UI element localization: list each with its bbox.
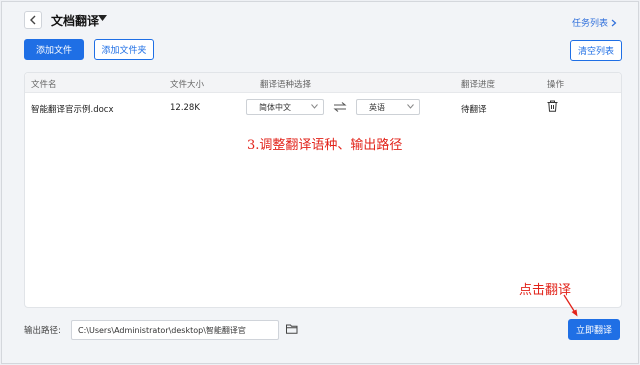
back-button[interactable] [24, 11, 42, 29]
source-language-select[interactable]: 简体中文 [246, 99, 324, 115]
translate-now-button[interactable]: 立即翻译 [568, 319, 620, 340]
folder-icon[interactable] [286, 324, 298, 334]
trash-icon[interactable] [547, 100, 558, 112]
add-folder-button[interactable]: 添加文件夹 [94, 39, 154, 60]
chevron-down-icon [311, 104, 318, 109]
add-file-button[interactable]: 添加文件 [24, 39, 84, 60]
chevron-right-icon [611, 19, 617, 26]
file-size: 12.28K [170, 103, 200, 113]
caret-down-icon[interactable] [98, 15, 107, 22]
swap-icon[interactable] [333, 101, 347, 113]
column-header: 操作 [547, 80, 565, 90]
arrow-icon [563, 294, 578, 317]
column-header: 翻译语种选择 [260, 80, 312, 90]
chevron-left-icon [30, 15, 36, 25]
file-name: 智能翻译官示例.docx [31, 105, 114, 115]
target-language-value: 英语 [369, 102, 385, 112]
clear-list-button[interactable]: 清空列表 [570, 40, 622, 61]
file-table: 文件名 文件大小 翻译语种选择 翻译进度 操作 智能翻译官示例.docx 12.… [24, 72, 622, 308]
column-header: 翻译进度 [461, 80, 496, 90]
page-title: 文档翻译 [51, 14, 100, 28]
column-header: 文件大小 [170, 80, 205, 90]
output-path-field[interactable]: C:\Users\Administrator\desktop\智能翻译官 [71, 320, 279, 340]
source-language-value: 简体中文 [259, 102, 291, 112]
app-window: 文档翻译 任务列表 添加文件 添加文件夹 清空列表 文件名 文件大小 翻译语种选… [1, 1, 639, 364]
task-list-link[interactable]: 任务列表 [572, 16, 617, 29]
column-header: 文件名 [31, 80, 57, 90]
target-language-select[interactable]: 英语 [356, 99, 420, 115]
chevron-down-icon [407, 104, 414, 109]
progress-status: 待翻译 [461, 105, 487, 115]
output-path-label: 输出路径: [24, 326, 61, 336]
table-header: 文件名 文件大小 翻译语种选择 翻译进度 操作 [25, 73, 621, 93]
task-list-label: 任务列表 [572, 19, 609, 29]
step-annotation: 3.调整翻译语种、输出路径 [247, 138, 403, 153]
